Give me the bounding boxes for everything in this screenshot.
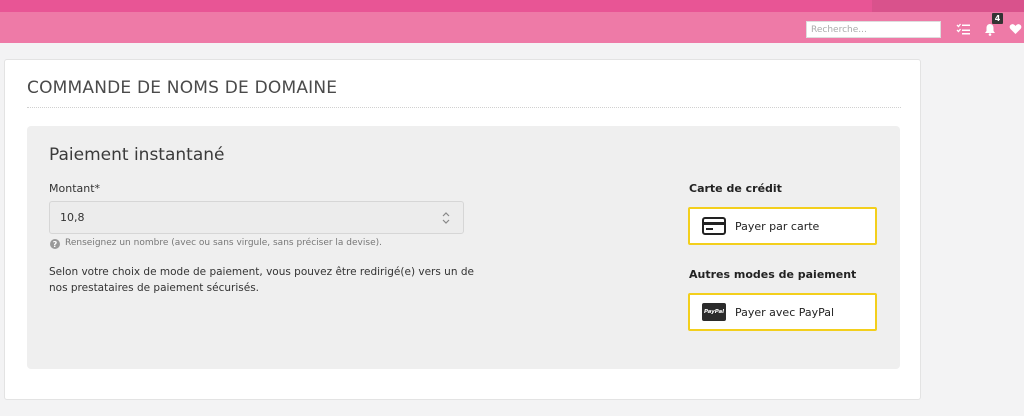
amount-label: Montant*: [49, 182, 101, 195]
amount-input[interactable]: [49, 201, 464, 234]
payment-description: Selon votre choix de mode de paiement, v…: [49, 266, 474, 294]
pay-by-card-label: Payer par carte: [735, 220, 820, 233]
credit-card-icon: [702, 217, 726, 235]
amount-hint: Renseignez un nombre (avec ou sans virgu…: [65, 238, 382, 248]
notification-badge: 4: [992, 13, 1003, 24]
amount-stepper-icon[interactable]: [441, 210, 451, 226]
top-bar-stripe-accent: [872, 0, 1024, 12]
payment-title: Paiement instantané: [49, 145, 225, 165]
order-card: COMMANDE DE NOMS DE DOMAINE Paiement ins…: [4, 59, 921, 400]
pay-with-paypal-button[interactable]: PayPal Payer avec PayPal: [688, 293, 877, 331]
payment-panel: Paiement instantané Montant* ? Renseigne…: [27, 126, 900, 369]
search-input[interactable]: [806, 21, 941, 38]
title-separator: [27, 107, 901, 108]
credit-card-heading: Carte de crédit: [689, 182, 782, 195]
other-methods-heading: Autres modes de paiement: [689, 268, 857, 281]
heart-icon[interactable]: [1007, 21, 1023, 37]
help-icon: ?: [50, 239, 60, 249]
paypal-icon: PayPal: [702, 303, 726, 321]
pay-by-card-button[interactable]: Payer par carte: [688, 207, 877, 245]
top-bar-stripe: [0, 0, 1024, 12]
page-title: COMMANDE DE NOMS DE DOMAINE: [27, 78, 338, 98]
checklist-icon[interactable]: [955, 21, 971, 37]
pay-with-paypal-label: Payer avec PayPal: [735, 306, 835, 319]
